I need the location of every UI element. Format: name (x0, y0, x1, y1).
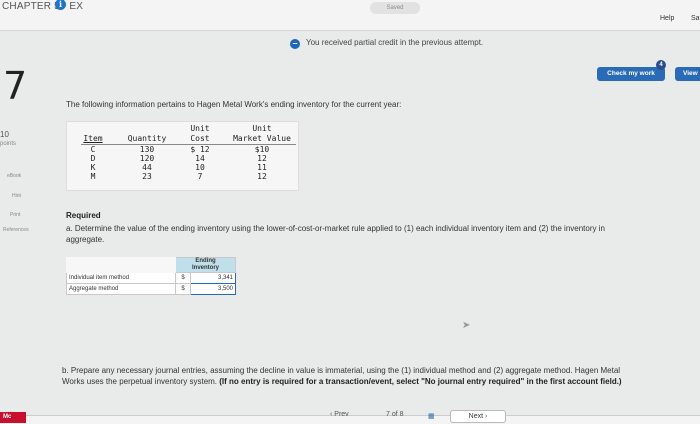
attempts-badge: 4 (656, 60, 666, 70)
page-indicator: 7 of 8 (386, 411, 404, 418)
aggregate-method-label: Aggregate method (66, 283, 176, 295)
row-item: D (90, 154, 96, 163)
grid-icon[interactable]: ▦ (428, 412, 435, 420)
header-spacer (66, 257, 176, 273)
chevron-right-icon: › (485, 413, 488, 420)
page-current: 7 (386, 411, 390, 418)
prev-button[interactable]: ‹ Prev (330, 411, 349, 418)
table-row: Aggregate method $ 3,500 (66, 283, 236, 295)
row-market: 12 (257, 172, 267, 181)
chapter-title: CHAPTER 5 - EX (2, 1, 84, 12)
table-row: Individual item method $ 3,341 (66, 272, 236, 284)
partial-credit-text: You received partial credit in the previ… (306, 38, 484, 47)
row-cost: $ 12 (190, 145, 210, 154)
points-value: 10 (0, 130, 9, 139)
ebook-link[interactable]: eBook (7, 173, 21, 179)
save-exit-link[interactable]: Sa (691, 15, 700, 22)
view-solution-button[interactable]: View (675, 67, 700, 81)
answer-table: Ending Inventory Individual item method … (66, 257, 236, 295)
row-market: $10 (254, 145, 270, 154)
required-heading: Required (66, 211, 101, 220)
question-intro: The following information pertains to Ha… (66, 100, 402, 109)
ending-inventory-header-line2: Inventory (191, 265, 219, 271)
part-b-instructions: b. Prepare any necessary journal entries… (62, 365, 642, 387)
row-market: 12 (257, 154, 267, 163)
row-item: M (90, 172, 96, 181)
dollar-sign: $ (175, 283, 191, 295)
points-label: points (0, 141, 17, 147)
hint-link[interactable]: Hint (12, 193, 21, 199)
print-link[interactable]: Print (10, 212, 20, 218)
saved-indicator: Saved (370, 2, 420, 14)
row-item: C (90, 145, 96, 154)
header-unit-cost-line2: Cost (190, 134, 210, 143)
header-market-line1: Unit (252, 124, 272, 133)
check-my-work-button[interactable]: Check my work (597, 67, 665, 81)
minus-circle-icon: – (290, 39, 300, 49)
header-unit-cost-line1: Unit (190, 124, 210, 133)
help-link[interactable]: Help (660, 15, 674, 22)
ending-inventory-header: Ending Inventory (175, 257, 236, 273)
inventory-table: Item Quantity Unit Cost Unit Market Valu… (66, 121, 299, 191)
row-quantity: 44 (142, 163, 152, 172)
row-quantity: 120 (139, 154, 155, 163)
mouse-cursor-icon: ➤ (462, 320, 471, 331)
individual-method-label: Individual item method (66, 272, 176, 284)
dollar-sign: $ (175, 272, 191, 284)
row-cost: 14 (195, 154, 205, 163)
page-total: 8 (399, 411, 404, 418)
part-a-instructions: a. Determine the value of the ending inv… (66, 224, 605, 244)
header-market-line2: Market Value (233, 134, 291, 143)
row-quantity: 130 (139, 145, 155, 154)
individual-method-input[interactable]: 3,341 (190, 272, 236, 284)
top-bar: CHAPTER 5 - EX i Saved Help Sa (0, 0, 700, 31)
mcgraw-hill-logo: Mc (0, 412, 26, 423)
aggregate-method-input[interactable]: 3,500 (190, 283, 236, 295)
question-number: 7 (3, 64, 28, 108)
next-button[interactable]: Next › (450, 410, 506, 423)
ending-inventory-header-line1: Ending (195, 258, 216, 264)
row-cost: 7 (197, 172, 203, 181)
part-b-note: (If no entry is required for a transacti… (219, 377, 622, 386)
prev-label: Prev (334, 411, 349, 418)
row-market: 11 (257, 163, 267, 172)
references-link[interactable]: References (3, 227, 29, 233)
header-item: Item (83, 134, 103, 143)
row-quantity: 23 (142, 172, 152, 181)
row-cost: 10 (195, 163, 205, 172)
next-label: Next (468, 413, 484, 420)
row-item: K (90, 163, 96, 172)
header-quantity: Quantity (127, 134, 167, 143)
page-of: of (391, 411, 398, 418)
